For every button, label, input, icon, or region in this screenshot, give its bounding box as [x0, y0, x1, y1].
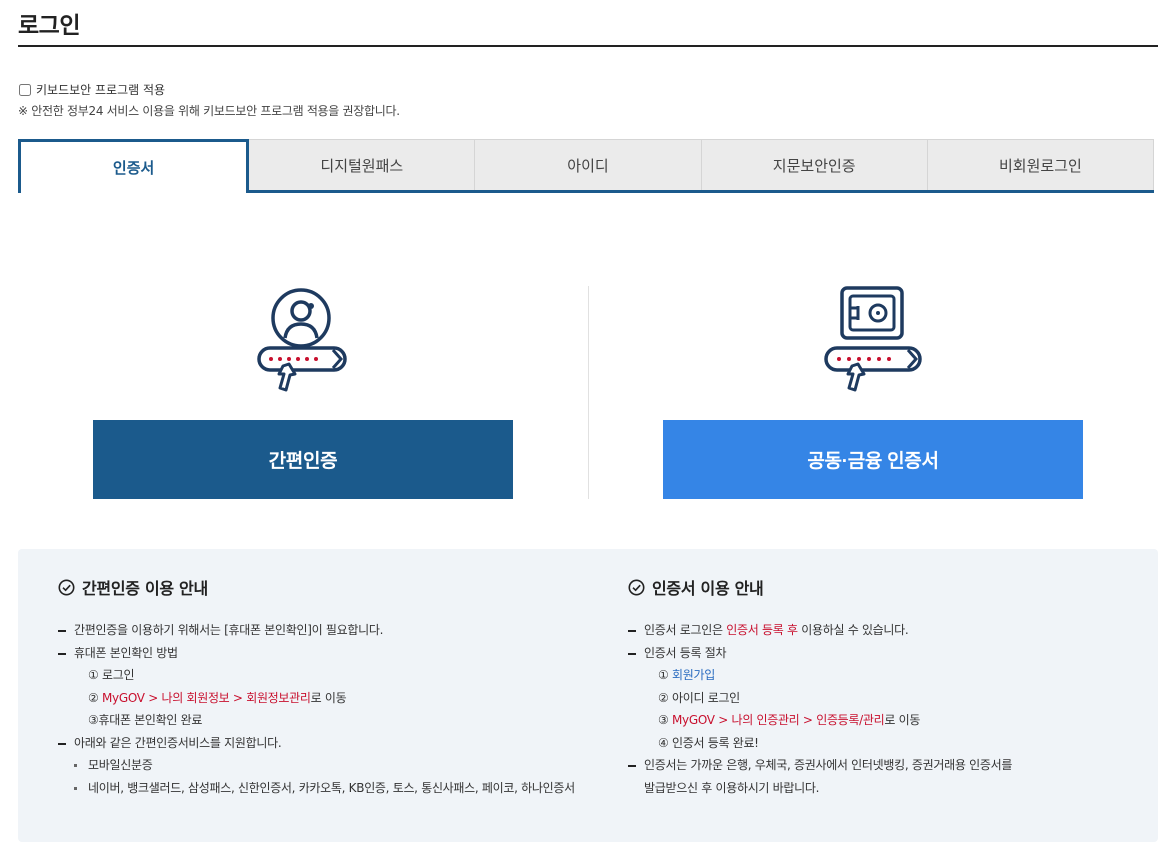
keyboard-security-note: ※ 안전한 정부24 서비스 이용을 위해 키보드보안 프로그램 적용을 권장합…	[18, 104, 400, 118]
user-password-icon	[257, 288, 347, 392]
tab-non-member[interactable]: 비회원로그인	[927, 139, 1155, 190]
safe-password-icon	[824, 286, 922, 392]
keyboard-security-checkbox[interactable]	[19, 83, 31, 96]
signup-link[interactable]: 회원가입	[672, 668, 715, 682]
step-suffix: 로 이동	[884, 713, 921, 727]
cert-info-list: 인증서 로그인은 인증서 등록 후 이용하실 수 있습니다. 인증서 등록 절차…	[628, 619, 1012, 799]
list-item: 간편인증을 이용하기 위해서는 [휴대폰 본인확인]이 필요합니다.	[58, 619, 575, 642]
page-title: 로그인	[18, 13, 80, 39]
list-item: ① 로그인	[88, 668, 135, 682]
keyboard-security-option[interactable]: 키보드보안 프로그램 적용	[18, 81, 165, 98]
list-item: 아래와 같은 간편인증서비스를 지원합니다.	[58, 732, 575, 755]
list-item: 인증서는 가까운 은행, 우체국, 증권사에서 인터넷뱅킹, 증권거래용 인증서…	[628, 754, 1012, 799]
list-item: ① 회원가입	[628, 664, 1012, 687]
cert-info-heading: 인증서 이용 안내	[628, 575, 1012, 599]
text: 인증서 로그인은	[644, 623, 727, 637]
list-item: ③ MyGOV > 나의 인증관리 > 인증등록/관리로 이동	[628, 709, 1012, 732]
list-item: ③휴대폰 본인확인 완료	[88, 713, 203, 727]
list-item: ④ 인증서 등록 완료!	[658, 735, 759, 750]
check-circle-icon	[628, 579, 645, 595]
info-panel: 간편인증 이용 안내 간편인증을 이용하기 위해서는 [휴대폰 본인확인]이 필…	[18, 549, 1158, 842]
tab-certificate[interactable]: 인증서	[18, 139, 250, 193]
tab-digital-onepass[interactable]: 디지털원패스	[249, 139, 476, 190]
list-item: 인증서 등록 절차	[628, 642, 1012, 665]
simple-auth-info: 간편인증 이용 안내 간편인증을 이용하기 위해서는 [휴대폰 본인확인]이 필…	[58, 575, 575, 799]
step-number: ①	[658, 668, 672, 682]
login-tabs: 인증서 디지털원패스 아이디 지문보안인증 비회원로그인	[18, 139, 1155, 193]
tab-id[interactable]: 아이디	[475, 139, 702, 190]
cert-register-highlight: 인증서 등록 후	[726, 623, 798, 637]
step-number: ②	[88, 690, 102, 705]
list-item: 인증서 로그인은 인증서 등록 후 이용하실 수 있습니다.	[628, 619, 1012, 642]
step-number: ③	[658, 713, 672, 727]
list-item: ② MyGOV > 나의 회원정보 > 회원정보관리로 이동	[58, 687, 575, 710]
list-item: ② 아이디 로그인	[658, 690, 740, 705]
list-item: 모바일신분증	[58, 754, 575, 777]
tab-fingerprint[interactable]: 지문보안인증	[701, 139, 928, 190]
simple-info-heading: 간편인증 이용 안내	[58, 575, 575, 599]
cert-info-heading-text: 인증서 이용 안내	[652, 579, 764, 598]
list-item: 네이버, 뱅크샐러드, 삼성패스, 신한인증서, 카카오톡, KB인증, 토스,…	[58, 777, 575, 800]
auth-divider	[588, 286, 589, 499]
simple-info-list: 간편인증을 이용하기 위해서는 [휴대폰 본인확인]이 필요합니다. 휴대폰 본…	[58, 619, 575, 799]
cert-info: 인증서 이용 안내 인증서 로그인은 인증서 등록 후 이용하실 수 있습니다.…	[628, 575, 1012, 799]
joint-financial-cert-button[interactable]: 공동·금융 인증서	[663, 420, 1083, 499]
simple-info-heading-text: 간편인증 이용 안내	[82, 579, 208, 598]
check-circle-icon	[58, 579, 75, 595]
list-item: 휴대폰 본인확인 방법	[58, 642, 575, 665]
mygov-cert-path: MyGOV > 나의 인증관리 > 인증등록/관리	[671, 713, 885, 727]
simple-auth-button[interactable]: 간편인증	[93, 420, 513, 499]
text: 발급받으신 후 이용하시기 바랍니다.	[644, 780, 820, 795]
title-divider	[18, 45, 1158, 47]
mygov-profile-path: MyGOV > 나의 회원정보 > 회원정보관리	[101, 690, 311, 705]
text: 인증서는 가까운 은행, 우체국, 증권사에서 인터넷뱅킹, 증권거래용 인증서…	[644, 758, 1013, 772]
text: 이용하실 수 있습니다.	[797, 623, 909, 637]
keyboard-security-label: 키보드보안 프로그램 적용	[36, 83, 166, 97]
step-suffix: 로 이동	[310, 690, 347, 705]
